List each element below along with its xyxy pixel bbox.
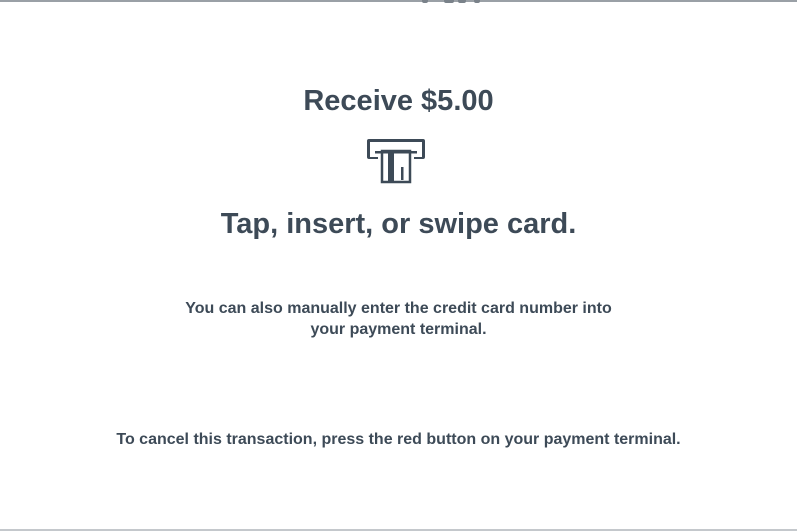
cancel-note: To cancel this transaction, press the re… [116, 431, 681, 448]
manual-entry-note: You can also manually enter the credit c… [185, 300, 612, 338]
card-insert-icon [367, 139, 425, 184]
amount-title: Receive $5.00 [303, 85, 494, 117]
cropped-top-element [392, 0, 492, 4]
payment-screen: Receive $5.00 Tap, insert, or swipe card… [0, 0, 797, 531]
card-instruction: Tap, insert, or swipe card. [220, 208, 577, 240]
